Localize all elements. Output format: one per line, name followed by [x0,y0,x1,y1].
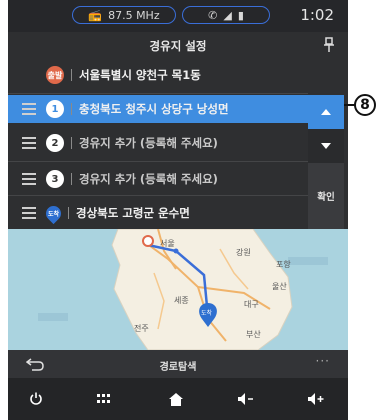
map-view[interactable]: 서울 세종 도착 대구 울산 부산 전주 강원 포항 [8,229,348,350]
power-icon[interactable] [24,388,48,410]
title-bar: 경유지 설정 [8,32,348,60]
destination-badge: 도착 [42,202,65,224]
signal-icon: ◢ [223,8,232,22]
map-label: 전주 [134,324,149,333]
row-separator [71,173,72,185]
move-down-button[interactable] [308,129,344,163]
clock: 1:02 [300,6,334,24]
apps-grid-icon[interactable] [92,388,116,410]
move-up-button[interactable] [308,95,344,129]
page-title: 경유지 설정 [149,39,207,53]
map-label: 강원 [236,248,251,257]
volume-up-icon[interactable] [304,388,328,410]
drag-handle-icon[interactable] [22,137,36,149]
triangle-down-icon [321,143,331,149]
phone-status[interactable]: ✆ ◢ ▮ [182,6,270,24]
origin-label: 서울특별시 양천구 목1동 [79,68,201,82]
map-label: 부산 [246,330,261,339]
waypoint-row-2[interactable]: 2 경유지 추가 (등록해 주세요) [8,129,304,157]
route-search-button[interactable]: 경로탐색 [8,358,348,373]
route-search-bar: 경로탐색 ··· [8,350,348,378]
origin-row[interactable]: 출발 서울특별시 양천구 목1동 [8,61,304,89]
destination-row[interactable]: 도착 경상북도 고령군 운수면 [8,199,304,227]
drag-handle-icon[interactable] [22,207,36,219]
more-icon[interactable]: ··· [316,354,330,368]
map-label: 울산 [272,282,287,291]
drag-handle-icon[interactable] [22,103,36,115]
head-unit-screen: 📻 87.5 MHz ✆ ◢ ▮ 1:02 경유지 설정 출발 서울특별시 양천… [8,0,348,420]
map-graphic [38,229,328,350]
waypoint-label: 충청북도 청주시 상당구 낭성면 [79,102,229,116]
row-separator [71,69,72,81]
waypoint-row-1[interactable]: 1 충청북도 청주시 상당구 낭성면 [8,95,308,123]
map-label: 도착 [201,310,213,317]
callout-number: 8 [354,94,376,116]
waypoint-label: 경유지 추가 (등록해 주세요) [79,172,218,186]
status-bar: 📻 87.5 MHz ✆ ◢ ▮ 1:02 [8,0,348,32]
waypoint-label: 경유지 추가 (등록해 주세요) [79,136,218,150]
volume-down-icon[interactable] [234,388,258,410]
row-separator [71,103,72,115]
battery-icon: ▮ [237,8,244,22]
home-icon[interactable] [164,388,188,410]
drag-handle-icon[interactable] [22,173,36,185]
system-nav-bar [8,378,348,420]
row-divider [8,93,308,94]
radio-status[interactable]: 📻 87.5 MHz [72,6,176,24]
row-divider [8,161,308,162]
radio-icon: 📻 [88,8,103,22]
confirm-button[interactable]: 확인 [308,163,344,229]
row-separator [68,207,69,219]
map-label: 포항 [276,260,291,269]
origin-badge: 출발 [46,66,64,84]
waypoint-number-badge: 3 [46,170,64,188]
row-separator [71,137,72,149]
waypoint-number-badge: 1 [46,100,64,118]
waypoint-row-3[interactable]: 3 경유지 추가 (등록해 주세요) [8,165,304,193]
destination-label: 경상북도 고령군 운수면 [76,206,190,220]
radio-frequency: 87.5 MHz [108,8,160,22]
map-label: 세종 [174,296,189,305]
waypoint-number-badge: 2 [46,134,64,152]
phone-icon: ✆ [208,8,218,22]
triangle-up-icon [321,109,331,115]
pin-icon[interactable] [322,37,336,53]
row-divider [8,195,308,196]
map-label: 서울 [160,239,175,248]
map-label: 대구 [244,300,259,309]
